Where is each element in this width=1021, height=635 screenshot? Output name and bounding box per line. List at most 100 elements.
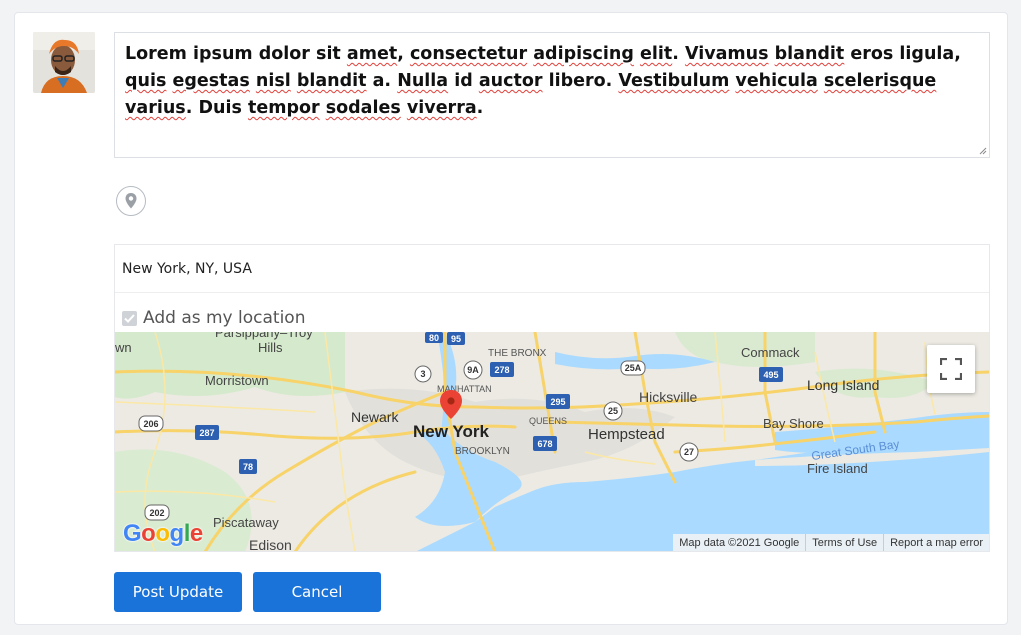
- shield-278: 278: [490, 362, 514, 377]
- post-update-button[interactable]: Post Update: [114, 572, 242, 612]
- post-text-segment: libero.: [542, 71, 619, 91]
- map-label-piscataway: Piscataway: [213, 515, 279, 530]
- map-canvas: 80 95 3 9A 278 295 678 25A 495 25 27 206…: [115, 332, 989, 552]
- map-label-new-york: New York: [413, 422, 489, 441]
- shield-495: 495: [759, 367, 783, 382]
- map-label-wn: wn: [115, 340, 132, 355]
- misspelled-word: Vestibulum: [618, 71, 730, 91]
- google-logo-letter: o: [141, 520, 156, 547]
- post-text-segment: Lorem ipsum dolor sit: [125, 44, 347, 64]
- post-text-segment: id: [448, 71, 479, 91]
- post-text-segment: a.: [366, 71, 398, 91]
- route-shield-label: 278: [494, 365, 509, 375]
- shield-25: 25: [603, 401, 623, 421]
- misspelled-word: vehicula: [735, 71, 818, 91]
- google-logo-letter: g: [169, 520, 185, 547]
- shield-295: 295: [546, 394, 570, 409]
- misspelled-word: blandit: [296, 71, 367, 91]
- google-logo-letter: G: [123, 520, 142, 547]
- shield-3: 3: [414, 365, 432, 383]
- route-shield-label: 78: [243, 462, 253, 472]
- map-label-hills: Hills: [258, 340, 283, 355]
- shield-206: 206: [138, 415, 164, 432]
- shield-9a: 9A: [463, 360, 483, 380]
- misspelled-word: consectetur: [409, 44, 528, 64]
- misspelled-word: blandit: [774, 44, 845, 64]
- fullscreen-icon: [940, 358, 962, 380]
- map-label-morristown: Morristown: [205, 373, 269, 388]
- report-map-error-link[interactable]: Report a map error: [883, 534, 989, 551]
- shield-287: 287: [195, 425, 219, 440]
- map-label-commack: Commack: [741, 345, 800, 360]
- shield-27: 27: [679, 442, 699, 462]
- route-shield-label: 80: [429, 333, 439, 343]
- add-location-row[interactable]: Add as my location: [122, 308, 305, 328]
- map-label-hempstead: Hempstead: [588, 426, 665, 443]
- map-label-parsippany: Parsippany–Troy: [215, 332, 313, 340]
- misspelled-word: viverra: [406, 98, 477, 118]
- map-label-newark: Newark: [351, 409, 399, 425]
- misspelled-word: elit: [639, 44, 673, 64]
- shield-202: 202: [144, 504, 170, 521]
- route-shield-label: 295: [550, 397, 565, 407]
- map-label-hicksville: Hicksville: [639, 389, 698, 405]
- route-shield-label: 206: [143, 419, 158, 429]
- map-data-text: Map data ©2021 Google: [679, 537, 800, 549]
- terms-of-use-link[interactable]: Terms of Use: [805, 534, 883, 551]
- post-text-area[interactable]: Lorem ipsum dolor sit amet, consectetur …: [114, 32, 990, 158]
- map-label-fire-island: Fire Island: [807, 461, 868, 476]
- misspelled-word: auctor: [478, 71, 543, 91]
- location-input[interactable]: [115, 245, 989, 293]
- route-shield-label: 678: [537, 439, 552, 449]
- map-label-long-island: Long Island: [807, 377, 879, 393]
- map-label-queens: QUEENS: [529, 416, 567, 426]
- route-shield-label: 495: [763, 370, 778, 380]
- route-shield-label: 25: [608, 406, 618, 416]
- misspelled-word: sodales: [325, 98, 401, 118]
- route-shield-label: 95: [451, 334, 461, 344]
- misspelled-word: varius: [125, 98, 186, 118]
- location-map[interactable]: 80 95 3 9A 278 295 678 25A 495 25 27 206…: [115, 332, 989, 552]
- post-text-segment: ,: [397, 44, 410, 64]
- location-pin-button[interactable]: [116, 186, 146, 216]
- route-shield-label: 25A: [625, 363, 642, 373]
- misspelled-word: adipiscing: [533, 44, 634, 64]
- shield-25a: 25A: [620, 360, 646, 376]
- map-label-bronx: THE BRONX: [488, 348, 547, 359]
- add-location-checkbox[interactable]: [122, 310, 137, 326]
- cancel-button[interactable]: Cancel: [253, 572, 381, 612]
- map-label-edison: Edison: [249, 537, 292, 552]
- route-shield-label: 287: [199, 428, 214, 438]
- add-location-label: Add as my location: [143, 308, 306, 328]
- map-label-bay-shore: Bay Shore: [763, 416, 824, 431]
- post-text-segment: eros ligula,: [844, 44, 961, 64]
- resize-handle-icon[interactable]: [979, 147, 987, 155]
- shield-95: 95: [447, 332, 465, 345]
- location-panel: Add as my location: [114, 244, 990, 552]
- google-logo: Google: [123, 520, 203, 548]
- route-shield-label: 202: [149, 508, 164, 518]
- post-text-segment: .: [476, 98, 484, 118]
- shield-80: 80: [425, 332, 443, 343]
- misspelled-word: tempor: [247, 98, 320, 118]
- misspelled-word: quis: [125, 71, 167, 91]
- post-text-segment: . Duis: [185, 98, 248, 118]
- misspelled-word: nisl: [255, 71, 291, 91]
- route-shield-label: 27: [684, 447, 694, 457]
- map-pin-icon: [125, 193, 137, 209]
- route-shield-label: 3: [420, 369, 425, 379]
- misspelled-word: Nulla: [397, 71, 449, 91]
- google-logo-letter: o: [155, 520, 170, 547]
- google-logo-letter: e: [189, 520, 203, 547]
- misspelled-word: amet: [346, 44, 398, 64]
- map-label-brooklyn: BROOKLYN: [455, 446, 510, 457]
- map-attribution: Map data ©2021 Google Terms of Use Repor…: [673, 534, 989, 551]
- misspelled-word: egestas: [172, 71, 250, 91]
- misspelled-word: Vivamus: [684, 44, 769, 64]
- fullscreen-button[interactable]: [927, 345, 975, 393]
- shield-78: 78: [239, 459, 257, 474]
- user-avatar: [33, 32, 95, 93]
- post-text-segment: .: [672, 44, 685, 64]
- misspelled-word: scelerisque: [823, 71, 937, 91]
- route-shield-label: 9A: [467, 365, 479, 375]
